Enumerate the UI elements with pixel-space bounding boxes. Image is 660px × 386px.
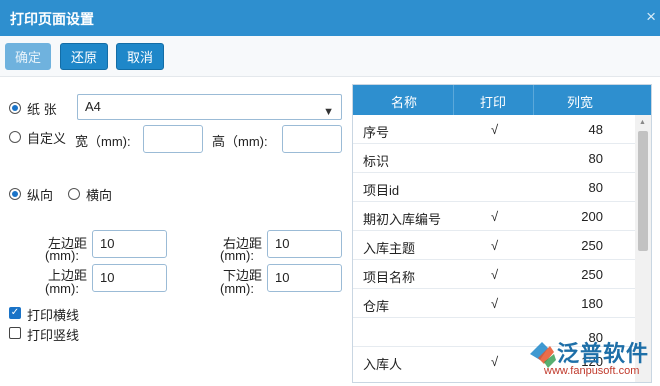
restore-button[interactable]: 还原 bbox=[60, 43, 108, 70]
left-margin-input[interactable]: 10 bbox=[92, 230, 167, 258]
bottom-margin-input[interactable]: 10 bbox=[267, 264, 342, 292]
cell-width[interactable]: 48 bbox=[589, 122, 603, 137]
print-hlines-label: 打印横线 bbox=[27, 308, 80, 323]
custom-height-input[interactable] bbox=[282, 125, 342, 153]
cell-name: 期初入库编号 bbox=[363, 212, 442, 227]
landscape-label: 横向 bbox=[86, 188, 113, 203]
header-width[interactable]: 列宽 bbox=[567, 92, 593, 111]
print-vlines-checkbox[interactable] bbox=[9, 327, 21, 339]
top-margin-unit: (mm): bbox=[45, 281, 79, 296]
cell-name: 标识 bbox=[363, 154, 390, 169]
header-divider bbox=[533, 85, 534, 115]
cell-name: 入库主题 bbox=[363, 241, 416, 256]
header-divider bbox=[453, 85, 454, 115]
height-label: 高（mm): bbox=[212, 134, 268, 149]
custom-width-input[interactable] bbox=[143, 125, 203, 153]
cell-width[interactable]: 80 bbox=[589, 180, 603, 195]
table-row[interactable]: 项目名称 √ 250 bbox=[353, 260, 635, 289]
table-row[interactable]: 入库主题 √ 250 bbox=[353, 231, 635, 260]
width-label: 宽（mm): bbox=[75, 134, 131, 149]
dialog-title-bar: 打印页面设置 × bbox=[0, 0, 660, 36]
table-row[interactable]: 标识 80 bbox=[353, 144, 635, 173]
table-row[interactable]: 序号 √ 48 bbox=[353, 115, 635, 144]
print-hlines-checkbox[interactable]: ✓ bbox=[9, 307, 21, 319]
close-icon[interactable]: × bbox=[646, 7, 656, 27]
toolbar: 确定 还原 取消 bbox=[0, 36, 660, 77]
scrollbar-thumb[interactable] bbox=[638, 131, 648, 251]
cell-name: 项目id bbox=[363, 183, 400, 198]
cell-name: 序号 bbox=[363, 125, 390, 140]
dialog-title: 打印页面设置 bbox=[10, 11, 94, 27]
paper-select-value: A4 bbox=[85, 99, 101, 114]
portrait-radio[interactable] bbox=[9, 188, 21, 200]
cell-width[interactable]: 80 bbox=[589, 151, 603, 166]
cell-width[interactable]: 180 bbox=[581, 296, 603, 311]
paper-select[interactable]: A4 ▼ bbox=[77, 94, 342, 120]
watermark-brand: 泛普软件 bbox=[557, 341, 650, 366]
cell-name: 仓库 bbox=[363, 299, 390, 314]
header-print[interactable]: 打印 bbox=[480, 92, 506, 111]
header-name[interactable]: 名称 bbox=[391, 92, 417, 111]
confirm-button[interactable]: 确定 bbox=[5, 43, 51, 70]
chevron-down-icon: ▼ bbox=[323, 106, 334, 118]
cancel-button[interactable]: 取消 bbox=[116, 43, 164, 70]
cell-name: 入库人 bbox=[363, 357, 403, 372]
watermark-url: www.fanpusoft.com bbox=[544, 365, 640, 377]
grid-header: 名称 打印 列宽 bbox=[353, 85, 651, 115]
left-margin-unit: (mm): bbox=[45, 248, 79, 263]
table-row[interactable]: 项目id 80 bbox=[353, 173, 635, 202]
scroll-up-arrow-icon[interactable]: ▲ bbox=[639, 119, 646, 126]
table-row[interactable]: 仓库 √ 180 bbox=[353, 289, 635, 318]
print-vlines-label: 打印竖线 bbox=[27, 328, 80, 343]
cell-width[interactable]: 250 bbox=[581, 267, 603, 282]
cell-width[interactable]: 250 bbox=[581, 238, 603, 253]
brand-watermark: 泛普软件 www.fanpusoft.com bbox=[524, 334, 660, 383]
custom-label: 自定义 bbox=[27, 131, 67, 146]
bottom-margin-unit: (mm): bbox=[220, 281, 254, 296]
landscape-radio[interactable] bbox=[68, 188, 80, 200]
cell-width[interactable]: 200 bbox=[581, 209, 603, 224]
cell-print[interactable]: √ bbox=[491, 354, 498, 369]
custom-radio[interactable] bbox=[9, 131, 21, 143]
top-margin-input[interactable]: 10 bbox=[92, 264, 167, 292]
cell-name: 项目名称 bbox=[363, 270, 416, 285]
right-margin-unit: (mm): bbox=[220, 248, 254, 263]
portrait-label: 纵向 bbox=[27, 188, 54, 203]
right-margin-input[interactable]: 10 bbox=[267, 230, 342, 258]
cell-print[interactable]: √ bbox=[491, 238, 498, 253]
paper-radio[interactable] bbox=[9, 102, 21, 114]
cell-print[interactable]: √ bbox=[491, 267, 498, 282]
cell-print[interactable]: √ bbox=[491, 122, 498, 137]
cell-print[interactable]: √ bbox=[491, 296, 498, 311]
table-row[interactable]: 期初入库编号 √ 200 bbox=[353, 202, 635, 231]
paper-label: 纸 张 bbox=[27, 102, 57, 117]
cell-print[interactable]: √ bbox=[491, 209, 498, 224]
